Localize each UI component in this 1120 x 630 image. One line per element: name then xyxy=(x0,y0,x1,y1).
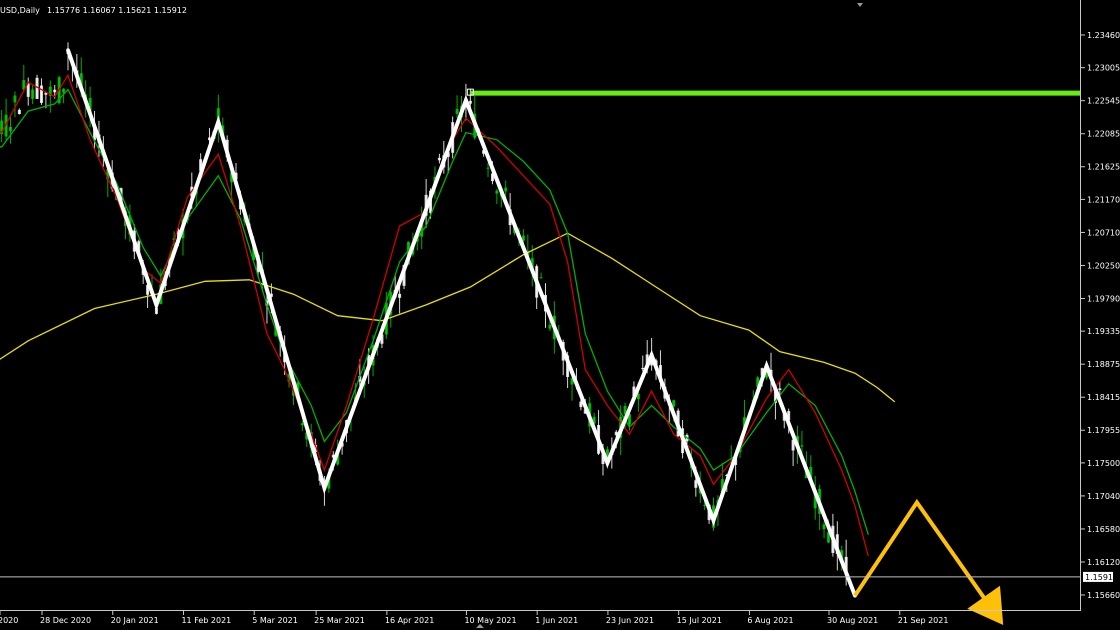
candle-body xyxy=(398,293,402,298)
candle-body xyxy=(672,400,676,407)
current-price-label: 1.15912 xyxy=(1085,573,1118,582)
time-tick-label: 11 Feb 2021 xyxy=(181,616,231,625)
price-tick-label: 1.15660 xyxy=(1087,591,1120,600)
time-tick-label: 5 Mar 2021 xyxy=(252,616,298,625)
zigzag-point xyxy=(322,486,327,490)
candle-body xyxy=(539,277,543,279)
price-tick-label: 1.18415 xyxy=(1087,393,1120,402)
zigzag-point xyxy=(154,303,159,307)
chart-header-ohlc: 1.15776 1.16067 1.15621 1.15912 xyxy=(47,6,187,15)
price-tick-label: 1.17040 xyxy=(1087,492,1120,501)
time-tick-label: 25 Mar 2021 xyxy=(314,616,365,625)
time-tick-label: 6 Aug 2021 xyxy=(747,616,793,625)
candle-body xyxy=(31,89,35,99)
price-tick-label: 1.17500 xyxy=(1087,459,1120,468)
candle-body xyxy=(13,95,17,103)
candle-body xyxy=(486,167,490,169)
price-tick-label: 1.21625 xyxy=(1087,163,1120,172)
candle-body xyxy=(300,423,304,426)
time-tick-label: 30 Aug 2021 xyxy=(827,616,878,625)
candle-body xyxy=(468,100,472,104)
time-tick-label: 15 Jul 2021 xyxy=(677,616,722,625)
price-tick-label: 1.18875 xyxy=(1087,360,1120,369)
zigzag-point xyxy=(216,120,221,124)
time-tick-label: 21 Sep 2021 xyxy=(898,616,949,625)
price-tick-label: 1.21170 xyxy=(1087,195,1120,204)
time-tick-label: 2020 xyxy=(0,616,18,625)
candle-body xyxy=(53,89,57,93)
zigzag-point xyxy=(649,353,654,358)
zigzag-point xyxy=(764,364,769,368)
candle-body xyxy=(504,187,508,192)
chart-header-symbol: USD,Daily xyxy=(0,6,40,15)
candle-body xyxy=(39,85,43,103)
zigzag-point xyxy=(605,461,610,465)
price-tick-label: 1.20250 xyxy=(1087,261,1120,270)
zigzag-point xyxy=(464,98,468,103)
price-tick-label: 1.20710 xyxy=(1087,228,1120,237)
time-tick-label: 23 Jun 2021 xyxy=(606,616,654,625)
time-tick-label: 1 Jun 2021 xyxy=(535,616,578,625)
candle-body xyxy=(800,445,804,447)
price-tick-label: 1.23005 xyxy=(1087,64,1120,73)
price-tick-label: 1.22545 xyxy=(1087,97,1120,106)
price-tick-label: 1.19790 xyxy=(1087,294,1120,303)
time-tick-label: 16 Apr 2021 xyxy=(385,616,434,625)
zigzag-point xyxy=(711,518,716,523)
candle-body xyxy=(778,388,782,390)
price-tick-label: 1.17955 xyxy=(1087,426,1120,435)
time-tick-label: 28 Dec 2020 xyxy=(40,616,91,625)
candle-body xyxy=(822,524,826,530)
candle-body xyxy=(548,324,552,329)
price-tick-label: 1.23460 xyxy=(1087,31,1120,40)
zigzag-point xyxy=(66,48,70,52)
price-tick-label: 1.19335 xyxy=(1087,327,1120,336)
price-tick-label: 1.22085 xyxy=(1087,130,1120,139)
candle-body xyxy=(62,88,66,93)
candle-body xyxy=(9,127,13,132)
candle-body xyxy=(455,108,459,114)
price-tick-label: 1.16120 xyxy=(1087,558,1120,567)
candle-body xyxy=(437,157,441,161)
time-tick-label: 20 Jan 2021 xyxy=(111,616,159,625)
price-chart[interactable]: 1.23460 1.23005 1.22545 1.22085 1.21625 1.211… xyxy=(0,0,1120,630)
candle-body xyxy=(495,190,499,194)
time-tick-label: 10 May 2021 xyxy=(464,616,516,625)
price-tick-label: 1.16580 xyxy=(1087,525,1120,534)
candle-body xyxy=(17,109,21,115)
